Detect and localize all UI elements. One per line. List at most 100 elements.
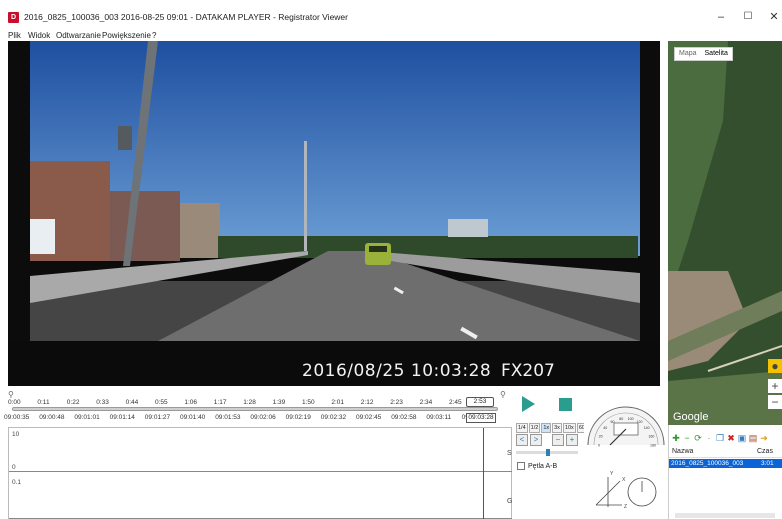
speedometer-tick-label: 160 [648, 434, 654, 438]
timeline-offset-tick: 1:06 [184, 399, 198, 406]
timeline-clock-tick: 09:01:27 [144, 414, 171, 421]
graph-tick-top: 10 [12, 431, 20, 438]
zoom-in-button[interactable]: + [768, 379, 782, 393]
timeline-current-clock: 09:03:28 [466, 413, 496, 423]
osd-model: FX207 [501, 361, 555, 381]
menu-plik[interactable]: Plik [8, 30, 21, 41]
timeline-offset-tick: 0:55 [155, 399, 168, 406]
menu-odtwarzanie[interactable]: Odtwarzanie [56, 30, 101, 41]
file-name: 2016_0825_100036_003 [671, 460, 744, 467]
zoom-in-magnifier-icon[interactable]: + [566, 434, 578, 446]
window-title: 2016_0825_100036_003 2016-08-25 09:01 - … [24, 12, 348, 22]
gauges-drawing: 0 2040 60 80 100120140 160 180 X Y Z [587, 406, 665, 510]
video-frame[interactable]: 2016/08/25 10:03:28 FX207 [8, 41, 660, 386]
speed-1-4[interactable]: 1/4 [516, 423, 528, 433]
map-panel[interactable]: Mapa Satelita ● + − Google [668, 41, 782, 425]
tab-mapa[interactable]: Mapa [675, 48, 701, 60]
speedometer-tick-label: 100 [628, 417, 634, 421]
list-item[interactable]: 2016_0825_100036_003 3:01 [669, 459, 782, 468]
graph-cursor [483, 428, 484, 519]
timeline-clock-tick: 09:01:14 [109, 414, 135, 421]
zoom-out-magnifier-icon[interactable]: − [552, 434, 564, 446]
timeline-offset-tick: 0:44 [125, 399, 139, 406]
timeline-clock-tick: 09:02:32 [320, 414, 347, 421]
magnifier-plus-icon[interactable]: ⚲ [500, 390, 506, 399]
remove-icon[interactable]: − [682, 433, 692, 443]
timeline-clock-tick: 09:02:45 [356, 414, 382, 421]
speedometer-tick-label: 40 [603, 426, 607, 430]
osd-datetime: 2016/08/25 10:03:28 [302, 361, 492, 381]
volume-knob[interactable] [546, 449, 550, 456]
speedometer-gauge [587, 406, 665, 446]
timeline-clock-tick: 09:01:40 [180, 414, 206, 421]
timeline-clock-tick: 09:00:35 [4, 414, 30, 421]
timeline-offset-ticks: 0:00 0:11 0:22 0:33 0:44 0:55 1:06 1:17 1:28 1:39… [0, 399, 510, 409]
magnifier-minus-icon[interactable]: ⚲ [8, 390, 14, 399]
timeline-clock-tick: 09:01:01 [74, 414, 100, 421]
speed-1x[interactable]: 1x [541, 423, 552, 433]
map-type-tabs: Mapa Satelita [674, 47, 733, 61]
timeline-current-offset: 2:53 [466, 397, 494, 407]
loop-checkbox[interactable] [517, 462, 525, 470]
graph-tick-bottom: 0.1 [12, 479, 22, 486]
timeline-clock-tick: 09:00:48 [39, 414, 65, 421]
sensor-graph[interactable]: 10 0 0.1 S G [8, 427, 513, 519]
file-time: 3:01 [761, 460, 774, 467]
delete-icon[interactable]: ✖ [726, 433, 736, 443]
timeline-offset-tick: 1:17 [213, 399, 227, 406]
timeline: ⚲ ⚲ 0:00 0:11 0:22 0:33 0:44 0:55 1:06 1:17 1:28… [0, 390, 510, 426]
timeline-clock-tick: 09:02:06 [250, 414, 276, 421]
stop-button[interactable] [559, 398, 572, 411]
menu-bar: Plik Widok Odtwarzanie Powiększenie ? [0, 30, 782, 41]
loop-label: Pętla A-B [528, 462, 558, 470]
timeline-clock-tick: 09:03:11 [426, 414, 452, 421]
add-icon[interactable]: ✚ [671, 433, 681, 443]
zoom-out-button[interactable]: − [768, 395, 782, 409]
speed-1-2[interactable]: 1/2 [528, 423, 541, 433]
frame-nav: < > − + [516, 434, 578, 446]
axis-z-label: Z [624, 504, 627, 510]
close-button[interactable]: ✕ [763, 10, 782, 24]
copy-icon[interactable]: ❐ [715, 433, 725, 443]
satellite-map [668, 41, 782, 425]
next-button[interactable]: > [530, 434, 542, 446]
timeline-offset-tick: 2:45 [449, 399, 462, 406]
timeline-offset-tick: 0:11 [37, 399, 50, 406]
separator-icon: · [707, 433, 711, 443]
dashcam-scene [8, 41, 660, 386]
timeline-offset-tick: 2:01 [331, 399, 345, 406]
pegman-icon[interactable]: ● [768, 359, 782, 373]
maximize-button[interactable]: ☐ [737, 10, 759, 24]
arrow-icon[interactable]: ➜ [759, 433, 769, 443]
menu-help[interactable]: ? [152, 30, 156, 41]
play-button[interactable] [522, 396, 535, 412]
title-bar: D 2016_0825_100036_003 2016-08-25 09:01 … [0, 0, 782, 30]
horizontal-scrollbar[interactable] [675, 513, 775, 518]
speedometer-tick-label: 120 [637, 420, 643, 424]
export-icon[interactable]: ▤ [748, 433, 758, 443]
timeline-offset-tick: 0:33 [96, 399, 109, 406]
loop-toggle[interactable]: Pętla A-B [517, 462, 557, 470]
playback-controls: 1/4 1/2 1x 3x 10x 60x < > − + Pętla A-B [512, 390, 590, 519]
column-time[interactable]: Czas [757, 448, 773, 455]
timeline-offset-tick: 1:39 [272, 399, 286, 406]
menu-powiekszenie[interactable]: Powiększenie [102, 30, 151, 41]
graph-tick-zero: 0 [12, 464, 16, 471]
axis-y-label: Y [610, 471, 614, 477]
minimize-button[interactable]: – [710, 10, 732, 24]
timeline-clock-tick: 09:02:58 [391, 414, 417, 421]
tab-satelita[interactable]: Satelita [701, 48, 732, 60]
timeline-clock-ticks: 09:00:35 09:00:48 09:01:01 09:01:14 09:01:27… [0, 414, 510, 424]
timeline-clock-tick: 09:02:19 [285, 414, 311, 421]
speed-10x[interactable]: 10x [562, 423, 576, 433]
timeline-clock-tick: 09:01:53 [215, 414, 241, 421]
speedometer-tick-label: 20 [599, 434, 603, 438]
speed-3x[interactable]: 3x [552, 423, 562, 433]
column-name[interactable]: Nazwa [672, 448, 693, 455]
prev-button[interactable]: < [516, 434, 528, 446]
file-list-header: Nazwa Czas [669, 447, 782, 458]
gauges-panel: 0 20 40 60 80 100 120 140 160 180 X Y Z [584, 387, 668, 519]
refresh-icon[interactable]: ⟳ [693, 433, 703, 443]
save-icon[interactable]: ▣ [737, 433, 747, 443]
menu-widok[interactable]: Widok [28, 30, 50, 41]
